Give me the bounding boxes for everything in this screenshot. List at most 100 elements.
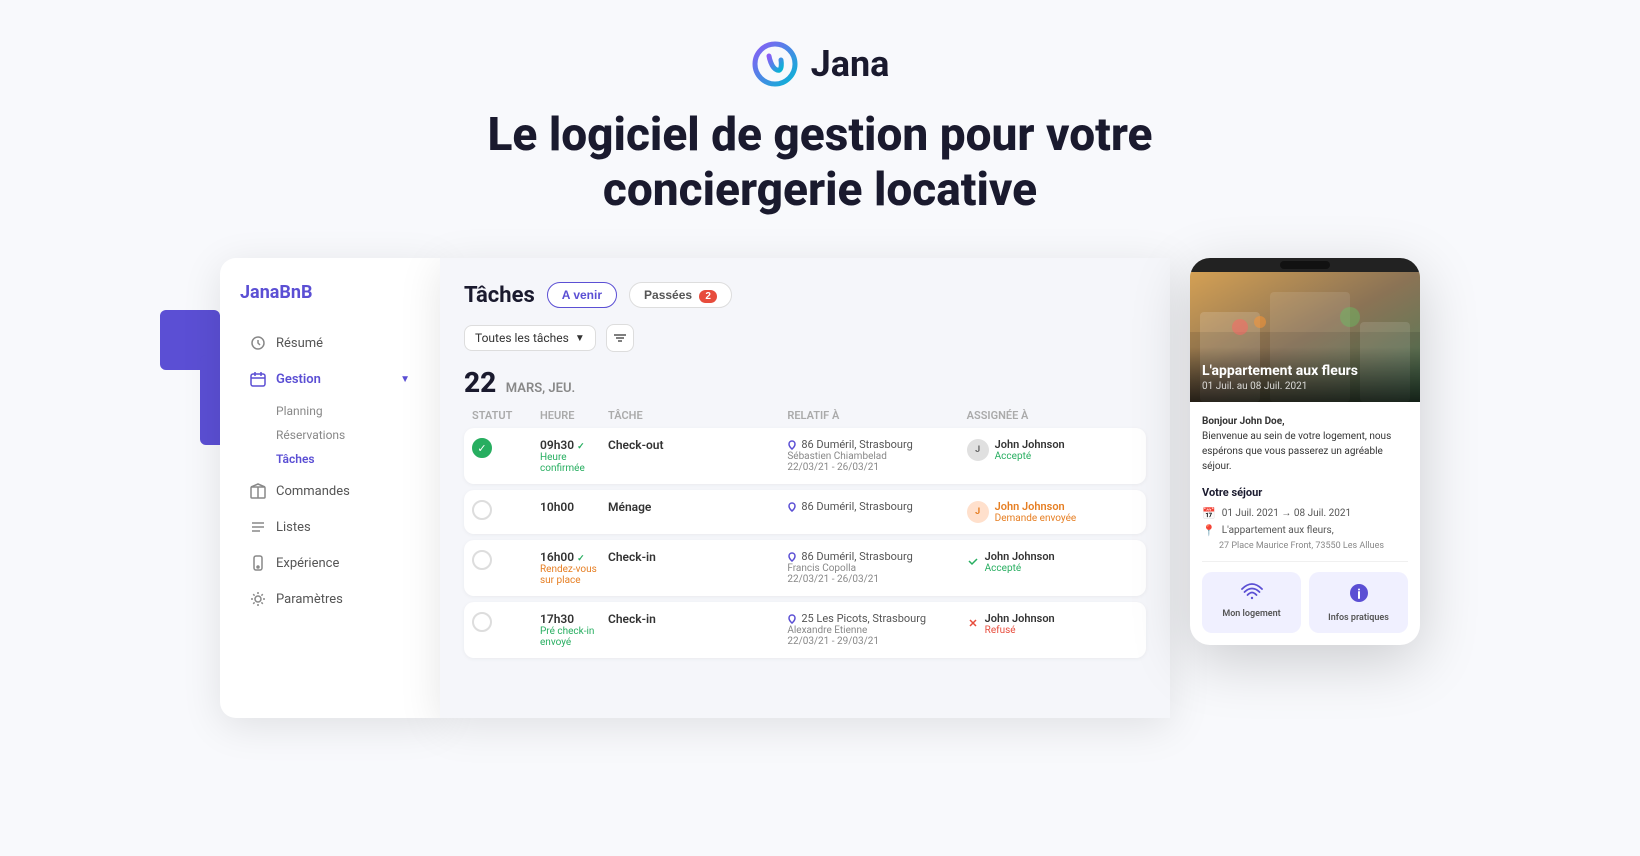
status-empty-icon	[472, 550, 492, 570]
location-icon	[787, 440, 797, 450]
mockup-area: JanaBnB Résumé Gestion ▼ Planning Réserv…	[220, 258, 1420, 718]
x-circle-icon	[967, 617, 979, 629]
sidebar-item-taches[interactable]: Tâches	[240, 447, 420, 471]
box-icon	[250, 483, 266, 499]
check-circle-icon	[967, 555, 979, 567]
sidebar-item-parametres[interactable]: Paramètres	[240, 583, 420, 615]
date-label: MARS, JEU.	[506, 381, 575, 396]
table-row[interactable]: 10h00 Ménage 86 Duméril, Strasbourg J Jo…	[464, 490, 1146, 534]
sidebar-item-commandes[interactable]: Commandes	[240, 475, 420, 507]
task-assignee-cell: J John Johnson Accepté	[967, 438, 1138, 462]
task-location-cell: 86 Duméril, Strasbourg Francis Copolla 2…	[787, 550, 958, 585]
col-tache: Tâche	[608, 409, 779, 422]
tasks-header: Tâches A venir Passées 2	[464, 282, 1146, 308]
task-name-cell: Ménage	[608, 500, 779, 514]
task-time-cell: 09h30 ✓ Heure confirmée	[540, 438, 600, 474]
status-empty-icon	[472, 612, 492, 632]
calendar-small-icon: 📅	[1202, 507, 1216, 520]
col-heure: Heure	[540, 409, 600, 422]
mobile-stay-address: 27 Place Maurice Front, 73550 Les Allues	[1202, 541, 1408, 551]
tab-past[interactable]: Passées 2	[629, 282, 732, 308]
task-time-cell: 17h30 Pré check-in envoyé	[540, 612, 600, 648]
mon-logement-button[interactable]: Mon logement	[1202, 572, 1301, 633]
mon-logement-label: Mon logement	[1222, 609, 1280, 619]
mobile-stay-address-name: L'appartement aux fleurs,	[1222, 525, 1334, 536]
location-icon	[787, 502, 797, 512]
sliders-icon	[613, 331, 627, 345]
sidebar-label-commandes: Commandes	[276, 484, 350, 499]
tasks-table-header: Statut Heure Tâche Relatif à Assignée à	[464, 409, 1146, 422]
phone-icon	[250, 555, 266, 571]
infos-pratiques-button[interactable]: Infos pratiques	[1309, 572, 1408, 633]
infos-pratiques-label: Infos pratiques	[1328, 613, 1389, 623]
mobile-divider	[1202, 561, 1408, 562]
tab-past-label: Passées	[644, 288, 692, 302]
mobile-apartment-dates: 01 Juil. au 08 Juil. 2021	[1202, 381, 1408, 392]
sidebar-label-planning: Planning	[276, 404, 323, 418]
tasks-title: Tâches	[464, 283, 535, 308]
sidebar-item-listes[interactable]: Listes	[240, 511, 420, 543]
sidebar-item-reservations[interactable]: Réservations	[240, 423, 420, 447]
sidebar-label-taches: Tâches	[276, 452, 315, 466]
task-location-cell: 86 Duméril, Strasbourg Sébastien Chiambe…	[787, 438, 958, 473]
task-location-cell: 25 Les Picots, Strasbourg Alexandre Etie…	[787, 612, 958, 647]
col-assignee: Assignée à	[967, 409, 1138, 422]
filter-label: Toutes les tâches	[475, 331, 569, 345]
col-statut: Statut	[472, 409, 532, 422]
sidebar-label-listes: Listes	[276, 520, 311, 535]
sidebar-label-parametres: Paramètres	[276, 592, 343, 607]
hero-title: Le logiciel de gestion pour votre concie…	[488, 108, 1153, 218]
sidebar-label-gestion: Gestion	[276, 372, 321, 387]
location-icon	[787, 552, 797, 562]
sidebar-item-resume[interactable]: Résumé	[240, 327, 420, 359]
filter-select[interactable]: Toutes les tâches ▼	[464, 325, 596, 351]
mobile-hero-image: L'appartement aux fleurs 01 Juil. au 08 …	[1190, 272, 1420, 402]
task-name-cell: Check-in	[608, 550, 779, 564]
mobile-content: Bonjour John Doe, Bienvenue au sein de v…	[1190, 402, 1420, 645]
sidebar-item-planning[interactable]: Planning	[240, 399, 420, 423]
logo-text: Jana	[811, 43, 890, 85]
gear-icon	[250, 591, 266, 607]
mobile-stay-dates: 01 Juil. 2021 → 08 Juil. 2021	[1222, 508, 1351, 519]
task-assignee-cell: John Johnson Refusé	[967, 612, 1138, 636]
mobile-notch	[1280, 261, 1330, 269]
date-number: 22	[464, 366, 496, 399]
sidebar-item-experience[interactable]: Expérience	[240, 547, 420, 579]
mobile-hero-overlay: L'appartement aux fleurs 01 Juil. au 08 …	[1190, 347, 1420, 403]
page-header: Jana Le logiciel de gestion pour votre c…	[488, 40, 1153, 218]
task-assignee-cell: John Johnson Accepté	[967, 550, 1138, 574]
date-header: 22 MARS, JEU.	[464, 366, 1146, 399]
mobile-top-bar	[1190, 258, 1420, 272]
brand-jana: Jana	[240, 282, 279, 303]
task-assignee-cell: J John Johnson Demande envoyée	[967, 500, 1138, 524]
mobile-mockup: L'appartement aux fleurs 01 Juil. au 08 …	[1190, 258, 1420, 645]
jana-logo-icon	[751, 40, 799, 88]
greeting-name: John Doe	[1240, 416, 1282, 427]
task-name-cell: Check-out	[608, 438, 779, 452]
status-done-icon: ✓	[472, 438, 492, 458]
mobile-stay-address-row: 📍 L'appartement aux fleurs, 27 Place Mau…	[1202, 524, 1408, 551]
sidebar-label-resume: Résumé	[276, 336, 323, 351]
info-icon	[1348, 582, 1370, 609]
table-row[interactable]: 16h00 ✓ Rendez-vous sur place Check-in 8…	[464, 540, 1146, 596]
logo-row: Jana	[751, 40, 890, 88]
sidebar-label-reservations: Réservations	[276, 428, 345, 442]
mobile-action-buttons: Mon logement Infos pratiques	[1202, 572, 1408, 633]
sidebar-item-gestion[interactable]: Gestion ▼	[240, 363, 420, 395]
mobile-apartment-name: L'appartement aux fleurs	[1202, 363, 1408, 380]
task-name-cell: Check-in	[608, 612, 779, 626]
mobile-greeting: Bonjour John Doe, Bienvenue au sein de v…	[1202, 414, 1408, 474]
past-count-badge: 2	[699, 290, 717, 303]
task-time-cell: 16h00 ✓ Rendez-vous sur place	[540, 550, 600, 586]
filter-options-button[interactable]	[606, 324, 634, 352]
mobile-stay-dates-row: 📅 01 Juil. 2021 → 08 Juil. 2021	[1202, 507, 1408, 520]
sidebar-label-experience: Expérience	[276, 556, 339, 571]
wifi-icon	[1241, 582, 1263, 605]
table-row[interactable]: ✓ 09h30 ✓ Heure confirmée Check-out 86 D…	[464, 428, 1146, 484]
table-row[interactable]: 17h30 Pré check-in envoyé Check-in 25 Le…	[464, 602, 1146, 658]
main-content-mockup: Tâches A venir Passées 2 Toutes les tâch…	[440, 258, 1170, 718]
task-location-cell: 86 Duméril, Strasbourg	[787, 500, 958, 513]
status-empty-icon	[472, 500, 492, 520]
brand-bnb: BnB	[279, 282, 312, 303]
tab-upcoming[interactable]: A venir	[547, 282, 617, 308]
